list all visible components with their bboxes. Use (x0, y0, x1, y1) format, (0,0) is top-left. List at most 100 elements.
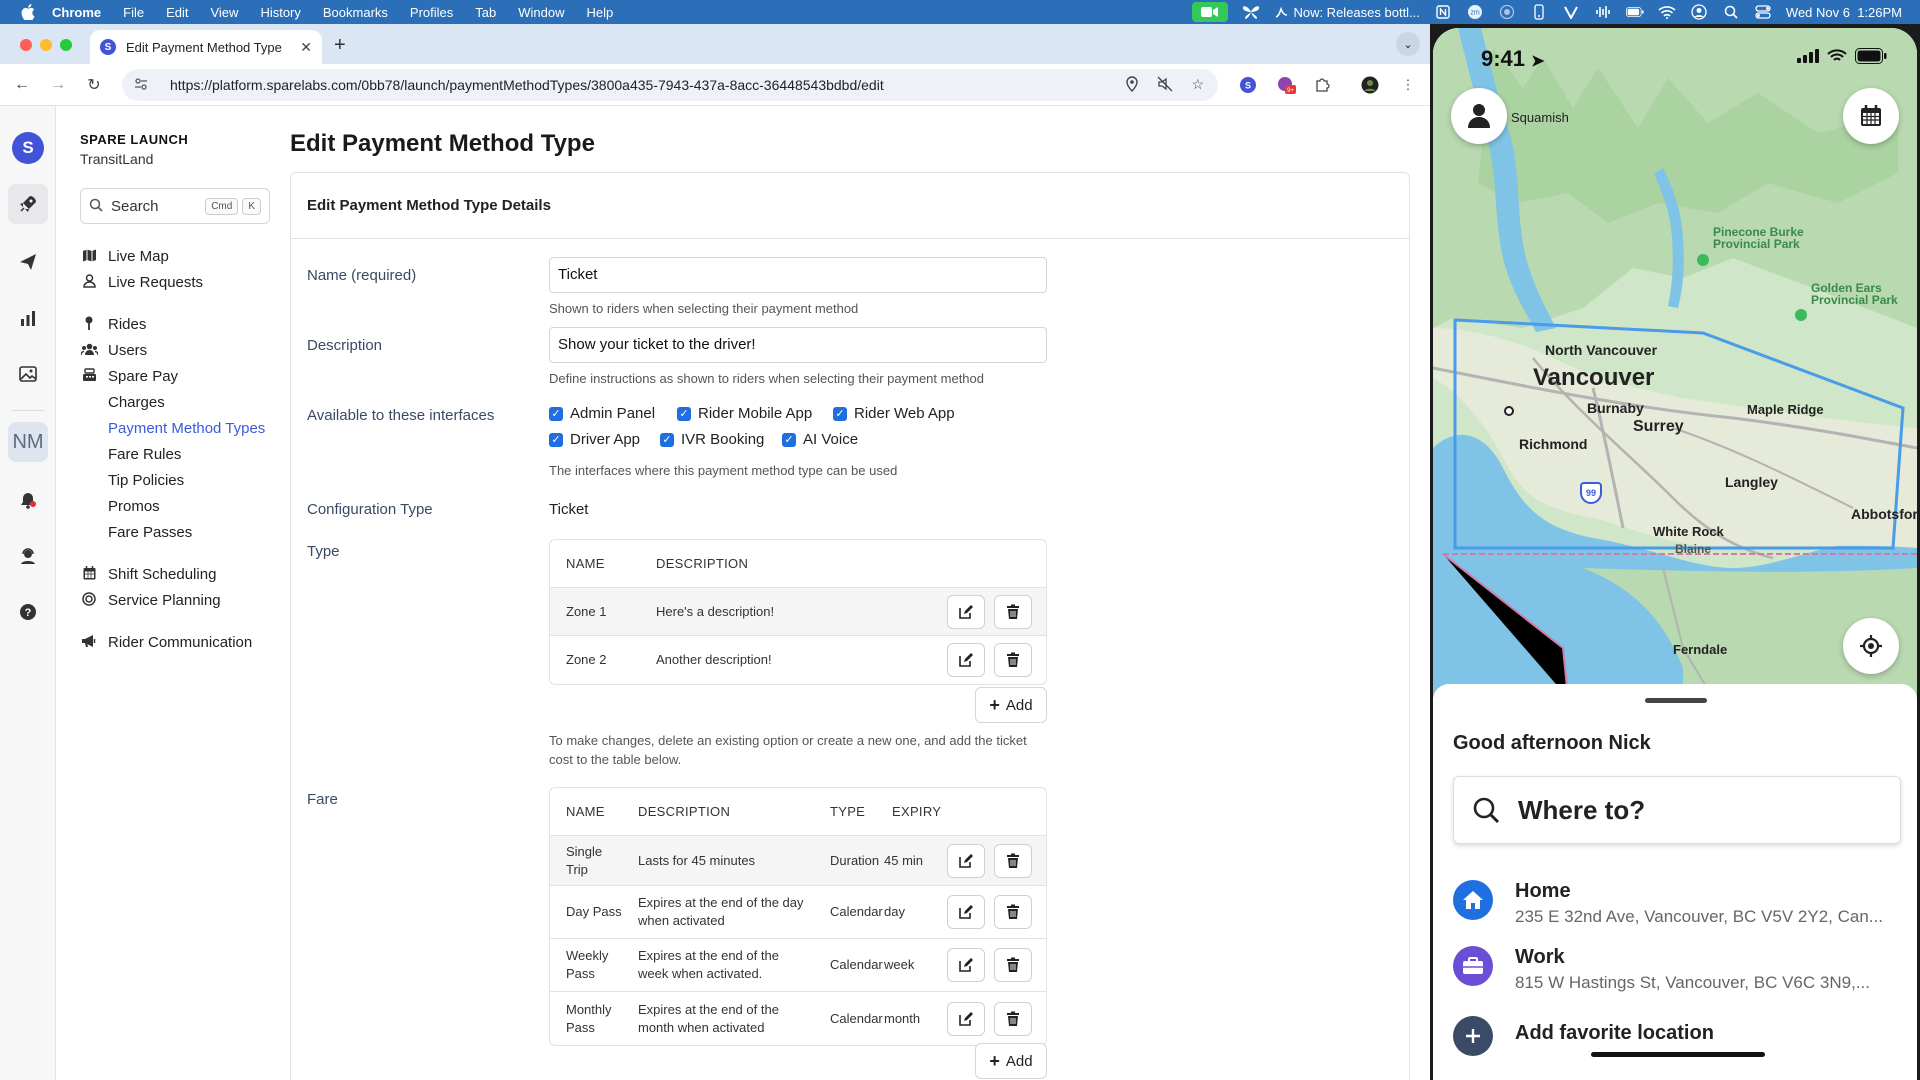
status-circle-icon[interactable] (1498, 4, 1516, 20)
analytics-button[interactable] (8, 298, 48, 338)
sidebar-item-charges[interactable]: Charges (108, 394, 165, 411)
edit-button[interactable] (947, 594, 985, 629)
sidebar-item-service-planning[interactable]: Service Planning (80, 592, 221, 609)
back-arrow-icon[interactable]: ← (10, 73, 34, 97)
wifi-icon[interactable] (1658, 4, 1676, 20)
sidebar-item-fare-rules[interactable]: Fare Rules (108, 446, 181, 463)
notifications-button[interactable] (8, 480, 48, 520)
spare-extension-icon[interactable]: S (1238, 75, 1258, 95)
user-account-icon[interactable] (1690, 4, 1708, 20)
spotlight-search-icon[interactable] (1722, 4, 1740, 20)
control-center-icon[interactable] (1754, 4, 1772, 20)
description-input[interactable]: Show your ticket to the driver! (549, 327, 1047, 363)
sidebar-item-users[interactable]: Users (79, 342, 147, 359)
facetime-icon[interactable] (1192, 2, 1229, 22)
where-to-search-field[interactable]: Where to? (1453, 776, 1901, 844)
favorite-home[interactable]: Home 235 E 32nd Ave, Vancouver, BC V5V 2… (1453, 880, 1905, 927)
extension-badge-icon[interactable]: 9+ (1276, 75, 1296, 95)
edit-button[interactable] (947, 643, 985, 677)
sidebar-item-promos[interactable]: Promos (108, 498, 160, 515)
launch-rocket-button[interactable] (8, 184, 48, 224)
menu-edit[interactable]: Edit (166, 5, 188, 20)
help-button[interactable]: ? (8, 592, 48, 632)
reload-icon[interactable]: ↻ (82, 73, 106, 97)
profile-avatar-icon[interactable] (1360, 75, 1380, 95)
tab-close-icon[interactable]: ✕ (300, 39, 312, 56)
audio-icon[interactable] (1594, 4, 1612, 20)
notion-icon[interactable] (1434, 4, 1452, 20)
profile-button[interactable] (1451, 88, 1507, 144)
support-agent-button[interactable] (8, 536, 48, 576)
dispatch-button[interactable] (8, 242, 48, 282)
mute-tab-icon[interactable] (1157, 76, 1173, 95)
delete-button[interactable] (994, 895, 1032, 929)
add-fare-button[interactable]: + Add (975, 1043, 1047, 1079)
sidebar-item-fare-passes[interactable]: Fare Passes (108, 524, 192, 541)
butterfly-icon[interactable] (1242, 4, 1260, 20)
edit-button[interactable] (947, 1001, 985, 1036)
apple-icon[interactable] (18, 2, 38, 22)
vivaldi-icon[interactable] (1562, 4, 1580, 20)
window-minimize-button[interactable] (40, 39, 52, 51)
delete-button[interactable] (994, 643, 1032, 677)
menu-help[interactable]: Help (587, 5, 614, 20)
new-tab-icon[interactable]: + (334, 34, 346, 57)
sidebar-search-input[interactable]: Search Cmd K (80, 188, 270, 224)
address-bar[interactable]: https://platform.sparelabs.com/0bb78/lau… (122, 69, 1218, 101)
add-favorite-location-button[interactable]: Add favorite location (1453, 1016, 1905, 1056)
extensions-puzzle-icon[interactable] (1312, 75, 1332, 95)
menu-tab[interactable]: Tab (475, 5, 496, 20)
sheet-grab-handle[interactable] (1645, 698, 1707, 703)
site-settings-icon[interactable] (134, 77, 150, 94)
tab-edit-payment-method-type[interactable]: S Edit Payment Method Type ✕ (90, 30, 322, 64)
menu-history[interactable]: History (260, 5, 300, 20)
org-avatar-button[interactable]: S (8, 128, 48, 168)
home-indicator[interactable] (1591, 1052, 1765, 1057)
sidebar-item-tip-policies[interactable]: Tip Policies (108, 472, 184, 489)
window-zoom-button[interactable] (60, 39, 72, 51)
edit-button[interactable] (947, 843, 985, 878)
edit-button[interactable] (947, 895, 985, 929)
recenter-location-button[interactable] (1843, 618, 1899, 674)
menu-window[interactable]: Window (518, 5, 564, 20)
sidebar-item-live-requests[interactable]: Live Requests (80, 274, 203, 291)
checkbox-admin-panel[interactable]: ✓ Admin Panel (549, 405, 655, 422)
menu-app-name[interactable]: Chrome (52, 5, 101, 20)
sidebar-item-live-map[interactable]: Live Map (80, 248, 169, 265)
sidebar-item-rider-communication[interactable]: Rider Communication (80, 634, 252, 651)
menu-bar-clock[interactable]: Wed Nov 6 1:26PM (1786, 5, 1902, 20)
phone-mirror-icon[interactable] (1530, 4, 1548, 20)
checkbox-rider-web-app[interactable]: ✓ Rider Web App (833, 405, 955, 422)
menu-view[interactable]: View (210, 5, 238, 20)
checkbox-rider-mobile-app[interactable]: ✓ Rider Mobile App (677, 405, 812, 422)
delete-button[interactable] (994, 594, 1032, 629)
delete-button[interactable] (994, 948, 1032, 982)
sidebar-item-spare-pay[interactable]: Spare Pay (80, 368, 178, 385)
menu-file[interactable]: File (123, 5, 144, 20)
tab-search-chevron-icon[interactable]: ⌄ (1396, 32, 1420, 56)
map-image-button[interactable] (8, 354, 48, 394)
sidebar-item-payment-method-types[interactable]: Payment Method Types (108, 420, 265, 437)
delete-button[interactable] (994, 1001, 1032, 1036)
checkbox-ai-voice[interactable]: ✓ AI Voice (782, 431, 858, 448)
window-close-button[interactable] (20, 39, 32, 51)
nm-workspace-button[interactable]: NM (8, 422, 48, 462)
menu-bookmarks[interactable]: Bookmarks (323, 5, 388, 20)
forward-arrow-icon[interactable]: → (46, 73, 70, 97)
delete-button[interactable] (994, 843, 1032, 878)
checkbox-driver-app[interactable]: ✓ Driver App (549, 431, 640, 448)
location-pin-icon[interactable] (1125, 75, 1139, 95)
name-input[interactable]: Ticket (549, 257, 1047, 293)
battery-icon[interactable] (1625, 4, 1644, 20)
favorite-work[interactable]: Work 815 W Hastings St, Vancouver, BC V6… (1453, 946, 1905, 993)
schedule-button[interactable] (1843, 88, 1899, 144)
zoom-icon[interactable]: zm (1466, 4, 1484, 20)
map-view[interactable]: 9:41 ➤ Squamish Pinecone Burke Provincia… (1433, 28, 1917, 698)
now-playing-widget[interactable]: Now: Releases bottl... (1274, 5, 1420, 20)
menu-profiles[interactable]: Profiles (410, 5, 453, 20)
bookmark-star-icon[interactable]: ☆ (1191, 76, 1204, 95)
checkbox-ivr-booking[interactable]: ✓ IVR Booking (660, 431, 764, 448)
url-text[interactable]: https://platform.sparelabs.com/0bb78/lau… (170, 77, 884, 93)
sidebar-item-shift-scheduling[interactable]: Shift Scheduling (80, 566, 216, 583)
edit-button[interactable] (947, 948, 985, 982)
